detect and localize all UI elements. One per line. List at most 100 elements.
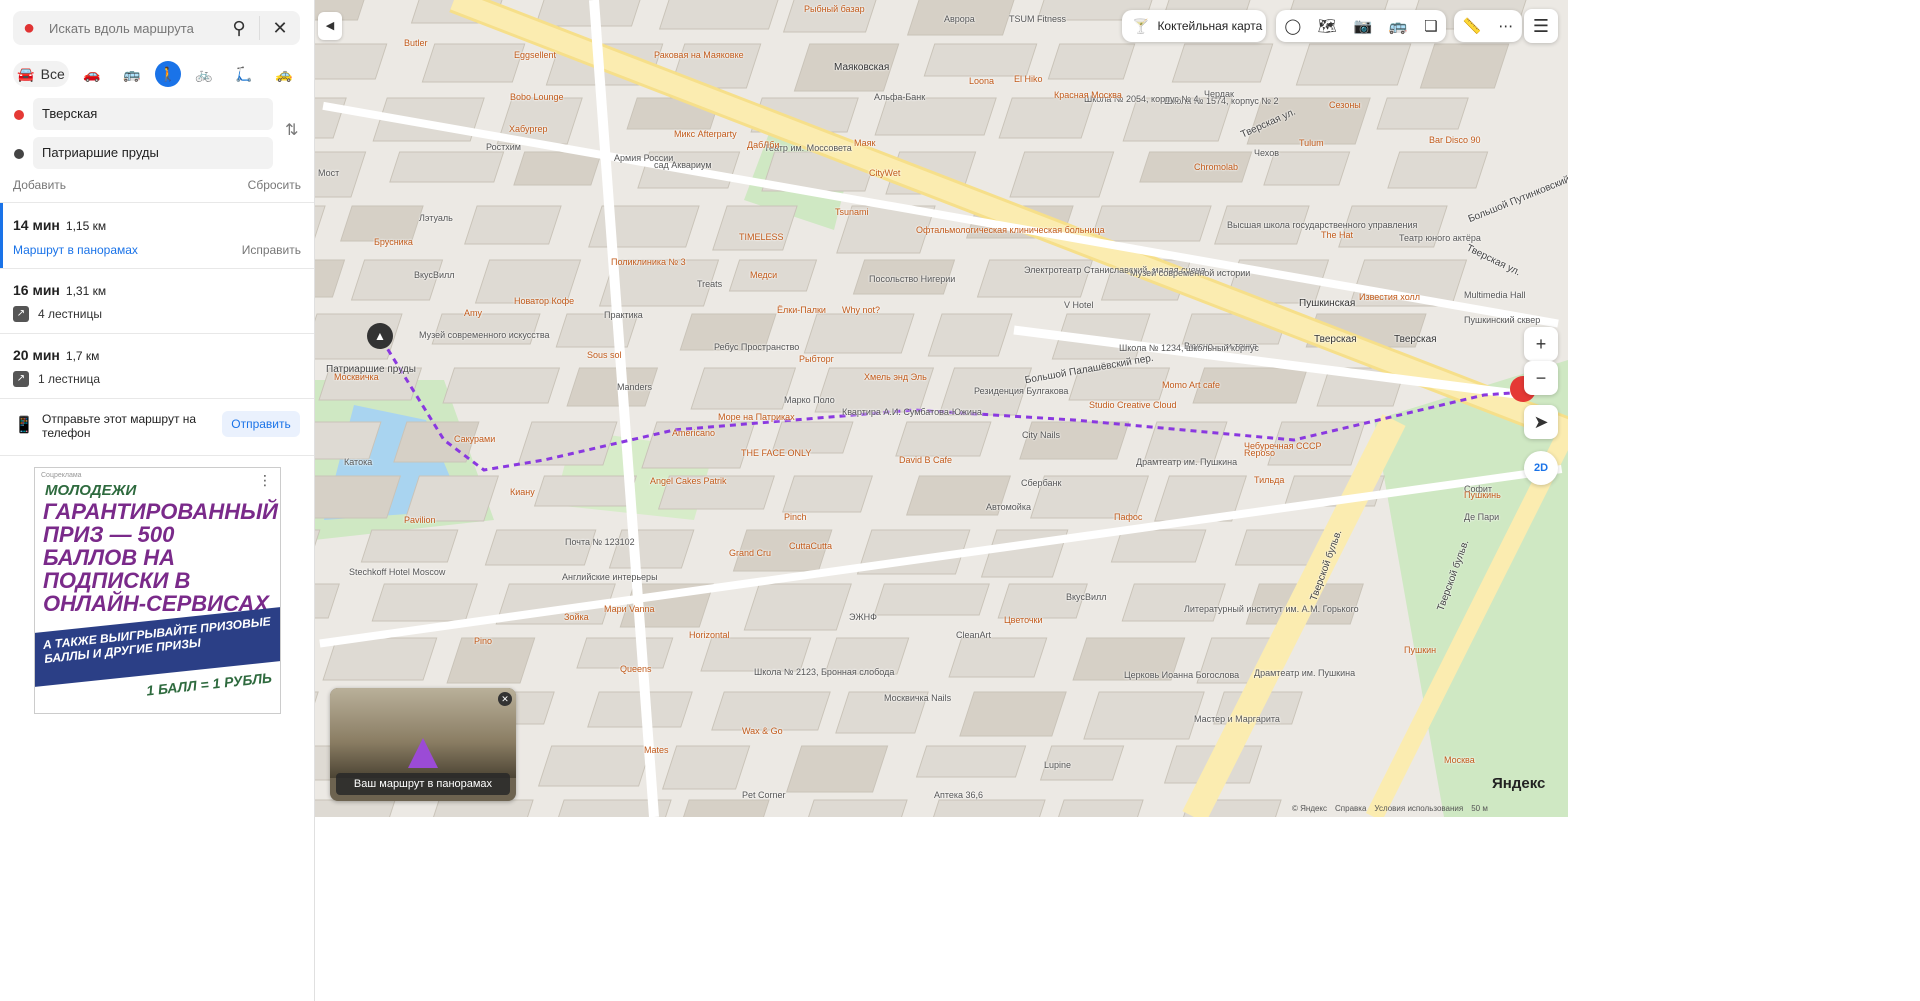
- zoom-in-button[interactable]: +: [1524, 327, 1558, 361]
- place-label[interactable]: TIMELESS: [739, 232, 784, 242]
- place-label[interactable]: Музей современного искусства: [419, 330, 550, 340]
- place-label[interactable]: Multimedia Hall: [1464, 290, 1526, 300]
- place-label[interactable]: Пушкинский сквер: [1464, 315, 1540, 325]
- ruler-icon[interactable]: 📏: [1463, 17, 1482, 35]
- metro-station-label[interactable]: Тверская: [1394, 334, 1437, 345]
- place-label[interactable]: Высшая школа государственного управления: [1227, 220, 1417, 230]
- transport-icon[interactable]: 🚌: [1389, 17, 1408, 35]
- place-label[interactable]: Раковая на Маяковке: [654, 50, 744, 60]
- place-label[interactable]: City Nails: [1022, 430, 1060, 440]
- place-label[interactable]: Americano: [672, 428, 715, 438]
- place-label[interactable]: Loona: [969, 76, 994, 86]
- place-label[interactable]: Pinch: [784, 512, 807, 522]
- place-label[interactable]: Пушкинь: [1464, 490, 1501, 500]
- place-label[interactable]: Momo Art cafe: [1162, 380, 1220, 390]
- place-label[interactable]: Рыбный базар: [804, 4, 865, 14]
- place-label[interactable]: Марко Поло: [784, 395, 835, 405]
- destination-marker-icon[interactable]: ▲: [367, 323, 393, 349]
- place-label[interactable]: Красная Москва: [1054, 90, 1122, 100]
- bike-icon[interactable]: 🚲: [187, 61, 221, 87]
- place-label[interactable]: Horizontal: [689, 630, 730, 640]
- place-label[interactable]: Катока: [344, 457, 372, 467]
- terms-link[interactable]: Условия использования: [1374, 804, 1463, 813]
- place-label[interactable]: Пушкин: [1404, 645, 1436, 655]
- to-field[interactable]: Патриаршие пруды: [33, 137, 273, 169]
- place-label[interactable]: Маяк: [854, 138, 875, 148]
- place-label[interactable]: Сезоны: [1329, 100, 1361, 110]
- route-option[interactable]: 14 мин 1,15 км Маршрут в панорамах Исправ…: [0, 202, 314, 269]
- place-label[interactable]: Chromolab: [1194, 162, 1238, 172]
- route-option[interactable]: 20 мин 1,7 км ↗ 1 лестница: [0, 333, 314, 399]
- place-label[interactable]: Де Пари: [1464, 512, 1499, 522]
- place-label[interactable]: Чердак: [1204, 89, 1234, 99]
- place-label[interactable]: Сбербанк: [1021, 478, 1061, 488]
- fix-route-link[interactable]: Исправить: [242, 243, 301, 257]
- place-label[interactable]: Tulum: [1299, 138, 1324, 148]
- place-label[interactable]: Ёлки-Палки: [777, 305, 826, 315]
- place-label[interactable]: Pavilion: [404, 515, 436, 525]
- place-label[interactable]: Известия холл: [1359, 292, 1420, 302]
- place-label[interactable]: Драмтеатр им. Пушкина: [1254, 668, 1355, 678]
- zoom-out-button[interactable]: −: [1524, 361, 1558, 395]
- more-icon[interactable]: ⋮: [258, 472, 272, 489]
- place-label[interactable]: Mates: [644, 745, 669, 755]
- place-label[interactable]: Музей современной истории: [1130, 268, 1250, 278]
- place-label[interactable]: ЭЖНФ: [849, 612, 877, 622]
- place-label[interactable]: Bobo Lounge: [510, 92, 564, 102]
- place-label[interactable]: Sous sol: [587, 350, 622, 360]
- place-label[interactable]: Bar Disco 90: [1429, 135, 1481, 145]
- place-label[interactable]: Amy: [464, 308, 482, 318]
- place-label[interactable]: Резиденция Булгакова: [974, 386, 1068, 396]
- place-label[interactable]: Хмель энд Эль: [864, 372, 927, 382]
- place-label[interactable]: Киану: [510, 487, 535, 497]
- place-label[interactable]: Treats: [697, 279, 722, 289]
- place-label[interactable]: The Hat: [1321, 230, 1353, 240]
- place-label[interactable]: Церковь Иоанна Богослова: [1124, 670, 1239, 680]
- panorama-preview[interactable]: ✕ Ваш маршрут в панорамах: [330, 688, 516, 801]
- menu-icon[interactable]: ☰: [1524, 9, 1558, 43]
- place-label[interactable]: Пафос: [1114, 512, 1142, 522]
- place-label[interactable]: Новатор Кофе: [514, 296, 574, 306]
- layer-button[interactable]: 🍸 Коктейльная карта: [1122, 10, 1266, 42]
- place-label[interactable]: Angel Cakes Patrik: [650, 476, 727, 486]
- place-label[interactable]: Медси: [750, 270, 777, 280]
- place-label[interactable]: David B Cafe: [899, 455, 952, 465]
- traffic-icon[interactable]: ◯: [1284, 17, 1301, 35]
- place-label[interactable]: Школа № 2123, Бронная слобода: [754, 667, 894, 677]
- place-label[interactable]: Брусника: [374, 237, 413, 247]
- place-label[interactable]: THE FACE ONLY: [741, 448, 811, 458]
- metro-station-label[interactable]: Пушкинская: [1299, 298, 1355, 309]
- place-label[interactable]: Зойка: [564, 612, 589, 622]
- panorama-caption[interactable]: Ваш маршрут в панорамах: [336, 773, 510, 795]
- close-icon[interactable]: ✕: [260, 18, 300, 39]
- swap-icon[interactable]: ⇅: [285, 120, 298, 140]
- place-label[interactable]: Ростхим: [486, 142, 521, 152]
- place-label[interactable]: CuttaCutta: [789, 541, 832, 551]
- place-label[interactable]: V Hotel: [1064, 300, 1094, 310]
- place-label[interactable]: Посольство Нигерии: [869, 274, 955, 284]
- place-label[interactable]: Wax & Go: [742, 726, 783, 736]
- place-label[interactable]: Театр юного актёра: [1399, 233, 1481, 243]
- place-label[interactable]: Lupine: [1044, 760, 1071, 770]
- place-label[interactable]: Grand Cru: [729, 548, 771, 558]
- search-input[interactable]: Искать вдоль маршрута: [49, 21, 219, 36]
- place-label[interactable]: Stechkoff Hotel Moscow: [349, 567, 445, 577]
- more-icon[interactable]: ⋯: [1498, 17, 1513, 35]
- place-label[interactable]: Цветочки: [1004, 615, 1043, 625]
- place-label[interactable]: TSUM Fitness: [1009, 14, 1066, 24]
- add-point-link[interactable]: Добавить: [13, 178, 66, 192]
- scooter-icon[interactable]: 🛴: [227, 61, 261, 87]
- place-label[interactable]: Eggsellent: [514, 50, 556, 60]
- search-icon[interactable]: ⚲: [219, 18, 259, 39]
- place-label[interactable]: Школа № 1234, школьный корпус: [1119, 343, 1259, 353]
- walk-icon[interactable]: 🚶: [155, 61, 181, 87]
- place-label[interactable]: Мастер и Маргарита: [1194, 714, 1280, 724]
- place-label[interactable]: ДабЛби: [747, 140, 779, 150]
- place-label[interactable]: Море на Патриках: [718, 412, 795, 422]
- place-label[interactable]: Москвичка: [334, 372, 379, 382]
- place-label[interactable]: Практика: [604, 310, 643, 320]
- place-label[interactable]: Английские интерьеры: [562, 572, 658, 582]
- collapse-panel-icon[interactable]: ◀: [318, 12, 342, 40]
- place-label[interactable]: Тильда: [1254, 475, 1284, 485]
- place-label[interactable]: Queens: [620, 664, 652, 674]
